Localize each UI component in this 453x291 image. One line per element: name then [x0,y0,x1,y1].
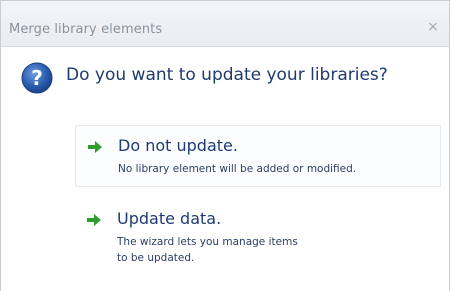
update-data-option[interactable]: Update data. The wizard lets you manage … [75,199,441,277]
option-description: The wizard lets you manage items to be u… [117,236,298,264]
green-arrow-icon [88,141,102,153]
question-icon: ? [21,62,53,94]
svg-text:?: ? [31,66,43,90]
do-not-update-option[interactable]: Do not update. No library element will b… [75,125,441,187]
question-text: Do you want to update your libraries? [66,65,388,85]
option-title: Update data. [117,209,222,228]
dialog-content: ? Do you want to update your libraries? … [1,47,449,291]
dialog-titlebar: Merge library elements × [1,1,449,47]
merge-library-dialog: Merge library elements × ? Do you want t… [0,0,450,291]
option-title: Do not update. [118,136,238,155]
close-button[interactable]: × [426,20,440,34]
dialog-title: Merge library elements [9,22,163,37]
option-description: No library element will be added or modi… [118,163,357,175]
green-arrow-icon [87,214,101,226]
